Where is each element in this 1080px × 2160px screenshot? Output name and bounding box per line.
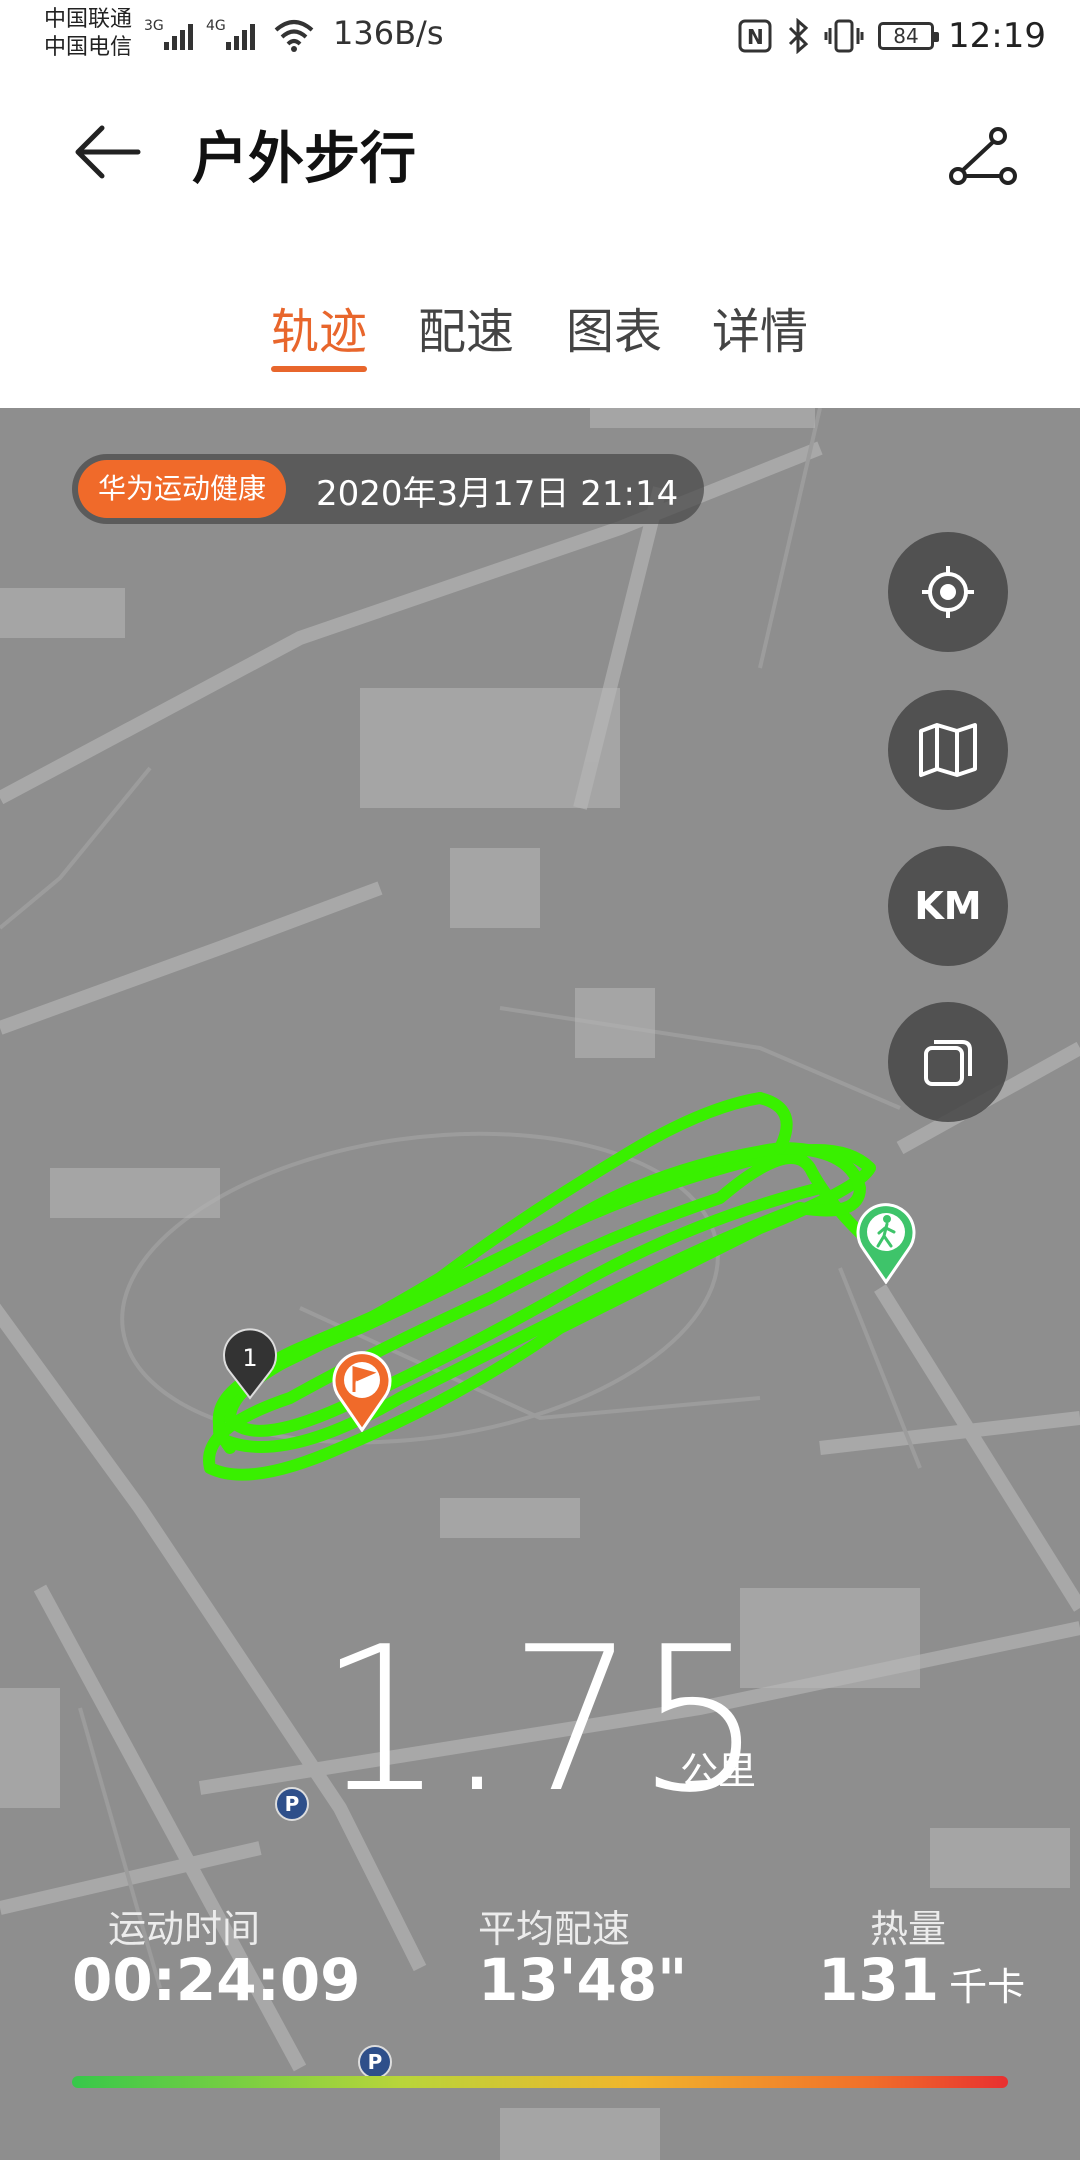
crosshair-icon bbox=[922, 566, 974, 618]
calories-stat: 131 千卡 bbox=[818, 1946, 1025, 2014]
parking-icon: P bbox=[275, 1787, 309, 1821]
duration-label: 运动时间 bbox=[108, 1907, 261, 1951]
status-right: N 84 12:19 bbox=[738, 12, 1046, 60]
tab-details[interactable]: 详情 bbox=[712, 292, 808, 362]
signal-icon-1: 3G bbox=[144, 18, 193, 50]
tab-pace[interactable]: 配速 bbox=[418, 292, 514, 362]
route-share-icon[interactable] bbox=[948, 124, 1018, 188]
workout-date-pill: 华为运动健康 2020年3月17日 21:14 bbox=[72, 454, 704, 524]
tab-bar: 轨迹 配速 图表 详情 bbox=[0, 252, 1080, 408]
calories-unit: 千卡 bbox=[949, 1965, 1026, 2009]
km-label: KM bbox=[914, 884, 982, 928]
map-type-button[interactable] bbox=[888, 690, 1008, 810]
calories-label: 热量 bbox=[870, 1907, 947, 1951]
locate-button[interactable] bbox=[888, 532, 1008, 652]
active-tab-indicator bbox=[271, 366, 367, 372]
map-icon bbox=[919, 723, 977, 777]
page-title: 户外步行 bbox=[192, 127, 416, 192]
clock: 12:19 bbox=[948, 16, 1046, 56]
distance-unit: 公里 bbox=[680, 1749, 757, 1793]
avg-pace-label: 平均配速 bbox=[478, 1907, 631, 1951]
carrier-1: 中国联通 bbox=[44, 7, 133, 32]
battery-indicator: 84 bbox=[878, 22, 940, 50]
network-type-2: 4G bbox=[206, 18, 226, 34]
parking-label-2: P bbox=[368, 2050, 383, 2074]
lap-number: 1 bbox=[242, 1344, 257, 1372]
duration-value: 00:24:09 bbox=[72, 1946, 361, 2014]
wifi-icon bbox=[274, 20, 314, 52]
network-speed: 136B/s bbox=[333, 14, 444, 52]
bluetooth-icon bbox=[788, 18, 809, 54]
parking-icon: P bbox=[358, 2045, 392, 2079]
pace-gradient-bar bbox=[72, 2076, 1008, 2088]
status-bar: 中国联通 中国电信 3G 4G 136B/s N 84 12:19 bbox=[0, 0, 1080, 72]
tab-chart[interactable]: 图表 bbox=[566, 292, 662, 362]
nfc-label: N bbox=[747, 25, 764, 49]
network-type-1: 3G bbox=[144, 18, 164, 34]
carrier-info: 中国联通 中国电信 bbox=[44, 6, 132, 62]
km-marker-button[interactable]: KM bbox=[888, 846, 1008, 966]
route-map[interactable]: 华为运动健康 2020年3月17日 21:14 KM 1 P P 1.75 公里… bbox=[0, 408, 1080, 2160]
app-badge: 华为运动健康 bbox=[78, 460, 287, 518]
start-flag-marker[interactable] bbox=[330, 1348, 394, 1432]
end-walker-marker[interactable] bbox=[854, 1200, 918, 1284]
back-arrow-icon[interactable] bbox=[72, 122, 142, 182]
tab-track[interactable]: 轨迹 bbox=[271, 292, 367, 362]
signal-icon-2: 4G bbox=[206, 18, 255, 50]
lap-marker[interactable]: 1 bbox=[222, 1328, 278, 1400]
carrier-2: 中国电信 bbox=[44, 35, 133, 60]
vibrate-icon bbox=[824, 19, 864, 53]
calories-value: 131 bbox=[818, 1946, 940, 2014]
avg-pace-value: 13'48" bbox=[478, 1946, 688, 2014]
layers-button[interactable] bbox=[888, 1002, 1008, 1122]
app-header: 户外步行 bbox=[0, 72, 1080, 242]
layers-icon bbox=[924, 1040, 972, 1086]
workout-date: 2020年3月17日 21:14 bbox=[316, 474, 679, 514]
nfc-icon: N bbox=[738, 19, 772, 53]
parking-label-1: P bbox=[285, 1792, 300, 1816]
